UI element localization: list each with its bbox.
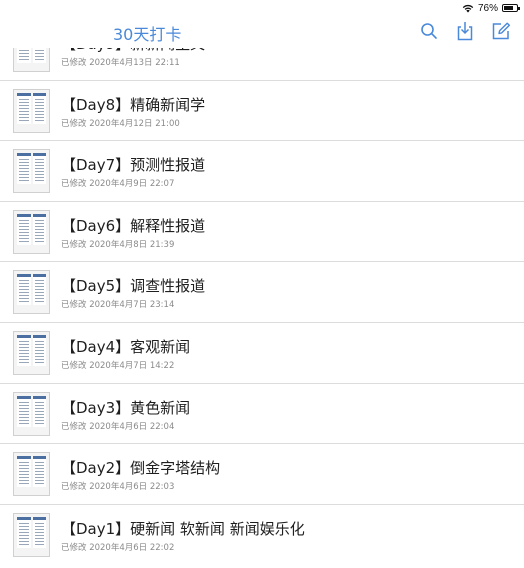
note-modified-date: 已修改 2020年4月6日 22:02 [61,542,175,553]
page-preview [32,395,46,427]
note-title: 【Day1】硬新闻 软新闻 新闻娱乐化 [61,519,305,538]
page-preview [32,153,46,185]
note-modified-date: 已修改 2020年4月7日 14:22 [61,360,175,371]
wifi-icon [462,4,474,13]
note-list-item[interactable]: 【Day4】客观新闻已修改 2020年4月7日 14:22 [0,322,524,384]
note-title: 【Day3】黄色新闻 [61,398,191,417]
note-modified-date: 已修改 2020年4月8日 21:39 [61,239,175,250]
battery-percent: 76% [477,2,498,14]
note-thumbnail [13,88,50,133]
note-list-item[interactable]: 【Day6】解释性报道已修改 2020年4月8日 21:39 [0,201,524,263]
note-modified-date: 已修改 2020年4月9日 22:07 [61,179,175,190]
page-preview [17,395,31,427]
note-list-item[interactable]: 【Day8】精确新闻学已修改 2020年4月12日 21:00 [0,80,524,142]
note-modified-date: 已修改 2020年4月13日 22:11 [61,58,180,68]
folder-title: 30天打卡 [113,25,182,44]
note-title: 【Day2】倒金字塔结构 [61,459,221,478]
note-thumbnail [13,149,50,194]
page-preview [17,213,31,245]
note-list: 【Day9】新新闻主义已修改 2020年4月13日 22:11【Day8】精确新… [0,20,524,566]
note-thumbnail [13,512,50,557]
note-title: 【Day4】客观新闻 [61,337,191,356]
page-preview [32,274,46,306]
page-preview [17,274,31,306]
page-preview [32,334,46,366]
page-preview [32,456,46,488]
page-preview [17,153,31,185]
note-title: 【Day8】精确新闻学 [61,95,206,114]
note-thumbnail [13,391,50,436]
compose-icon[interactable] [490,20,512,42]
note-thumbnail [13,330,50,375]
note-list-item[interactable]: 【Day2】倒金字塔结构已修改 2020年4月6日 22:03 [0,444,524,505]
note-list-item[interactable]: 【Day5】调查性报道已修改 2020年4月7日 23:14 [0,262,524,323]
page-preview [17,516,31,548]
page-preview [17,334,31,366]
note-modified-date: 已修改 2020年4月7日 23:14 [61,300,175,311]
status-bar: 76% [0,0,524,16]
page-preview [32,516,46,548]
note-thumbnail [13,452,50,497]
page-preview [32,213,46,245]
note-modified-date: 已修改 2020年4月12日 21:00 [61,118,180,129]
download-icon[interactable] [454,20,476,42]
battery-level [504,6,514,10]
note-title: 【Day6】解释性报道 [61,216,206,235]
note-modified-date: 已修改 2020年4月6日 22:04 [61,421,175,432]
page-preview [32,92,46,124]
note-thumbnail [13,270,50,315]
note-title: 【Day7】预测性报道 [61,156,206,175]
nav-actions [418,20,512,42]
note-list-item[interactable]: 【Day3】黄色新闻已修改 2020年4月6日 22:04 [0,383,524,445]
note-list-item[interactable]: 【Day7】预测性报道已修改 2020年4月9日 22:07 [0,141,524,202]
page-preview [17,456,31,488]
note-title: 【Day5】调查性报道 [61,277,206,296]
page-preview [17,92,31,124]
battery-icon [502,4,520,12]
navigation-bar: 30天打卡 [0,16,524,48]
note-thumbnail [13,209,50,254]
search-icon[interactable] [418,20,440,42]
note-list-item[interactable]: 【Day1】硬新闻 软新闻 新闻娱乐化已修改 2020年4月6日 22:02 [0,504,524,566]
note-modified-date: 已修改 2020年4月6日 22:03 [61,482,175,493]
